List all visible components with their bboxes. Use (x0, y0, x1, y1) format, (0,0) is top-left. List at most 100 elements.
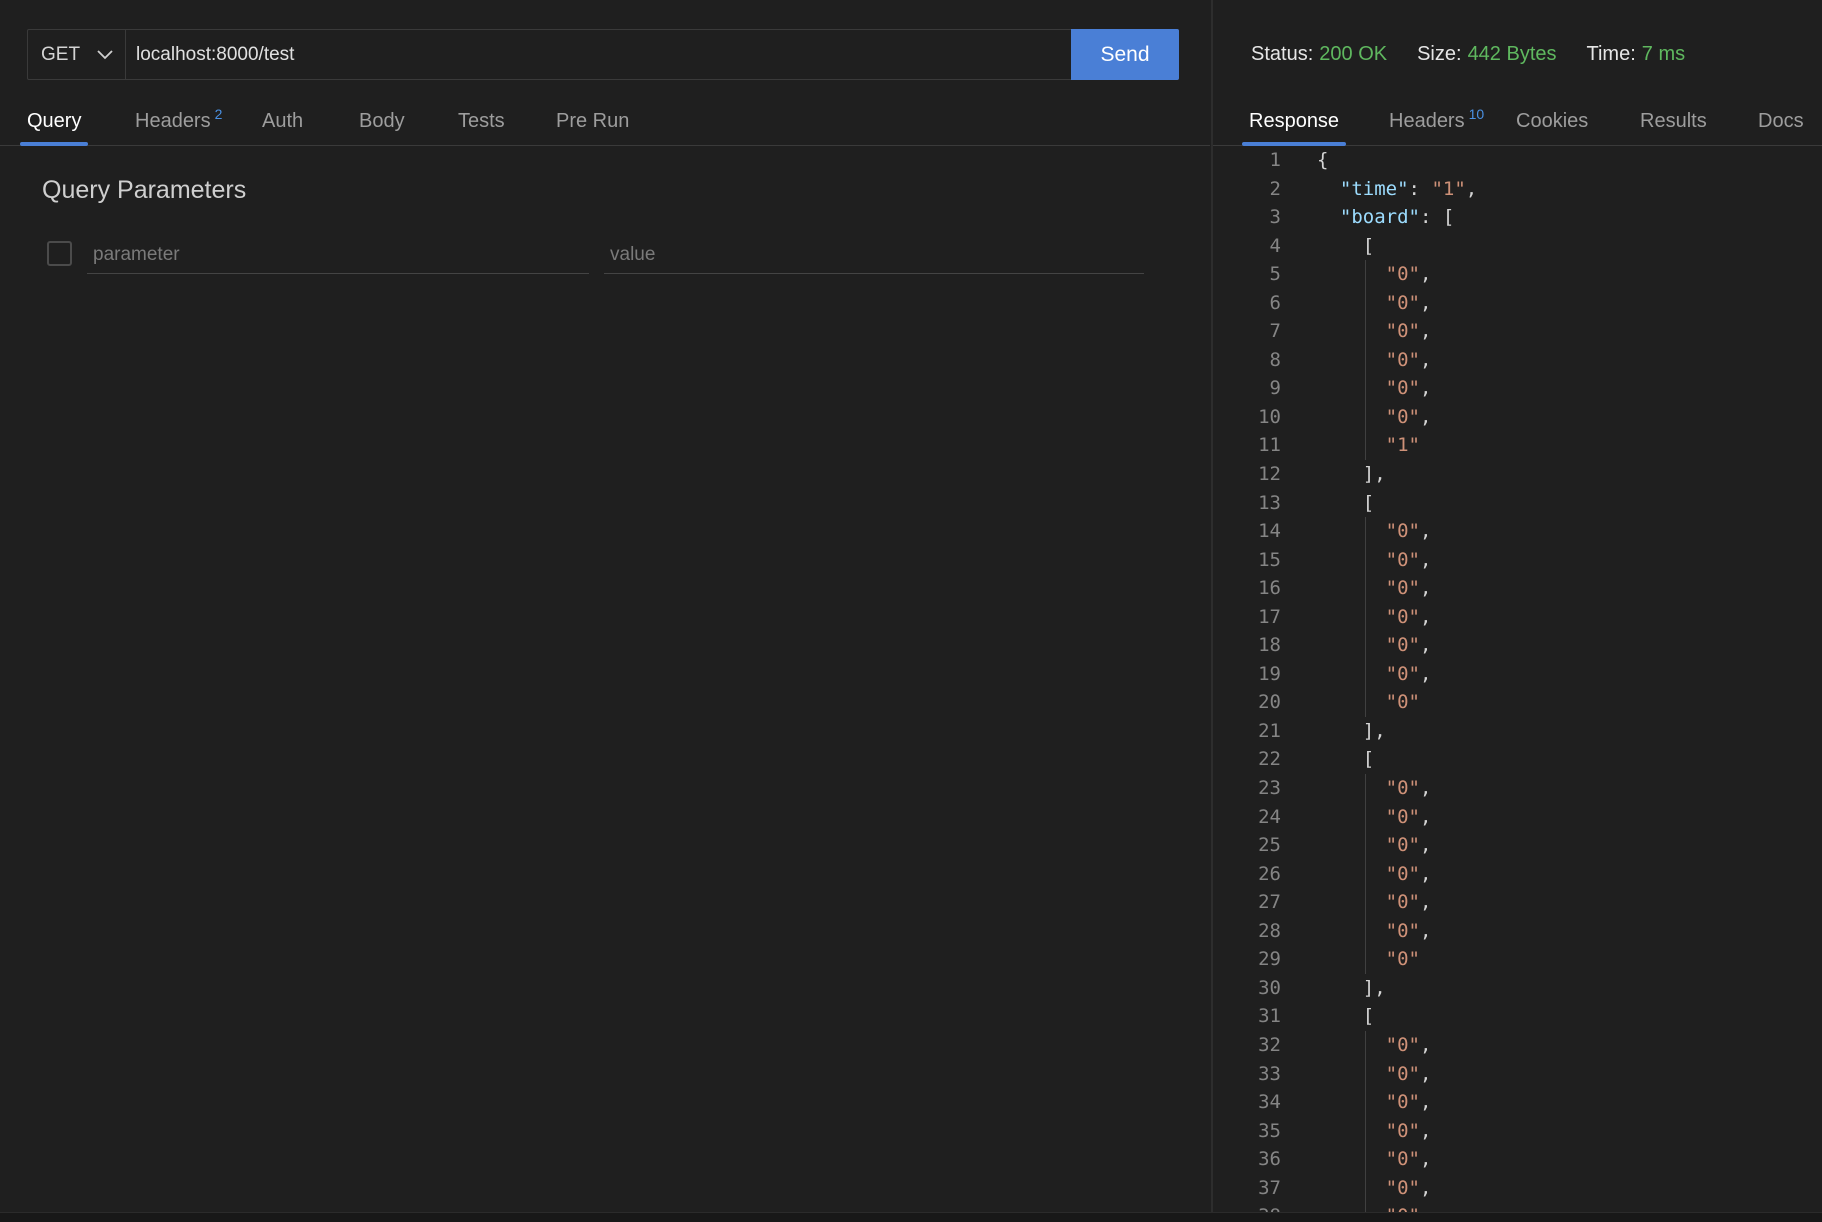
code-line: 8 "0", (1213, 345, 1822, 375)
code-line: 27 "0", (1213, 888, 1822, 917)
code-line: 38 "0" (1213, 1202, 1822, 1212)
indent-guide (1365, 859, 1366, 889)
line-number: 3 (1269, 206, 1281, 229)
code-line: 21 ], (1213, 717, 1822, 746)
indent-guide (1365, 1145, 1366, 1174)
tab-docs[interactable]: Docs (1758, 98, 1804, 145)
code-line: 25 "0", (1213, 831, 1822, 860)
line-text: "0", (1385, 634, 1432, 657)
line-text: "0", (1385, 320, 1432, 343)
status-value: 200 OK (1319, 43, 1388, 65)
line-number: 13 (1258, 491, 1281, 514)
line-number: 10 (1258, 405, 1281, 428)
indent-guide (1365, 402, 1366, 432)
line-number: 33 (1258, 1062, 1281, 1085)
line-text: "0", (1385, 548, 1432, 571)
url-input[interactable] (126, 30, 1071, 79)
line-text: "0", (1385, 1176, 1432, 1199)
code-line: 32 "0", (1213, 1030, 1822, 1060)
tab-response[interactable]: Response (1241, 98, 1347, 146)
line-number: 21 (1258, 719, 1281, 742)
code-line: 9 "0", (1213, 374, 1822, 403)
indent-guide (1365, 774, 1366, 803)
tab-pre-run[interactable]: Pre Run (556, 98, 629, 145)
bottom-scrollbar[interactable] (0, 1212, 1822, 1222)
tab-label: Pre Run (556, 110, 630, 132)
line-text: "time": "1", (1339, 177, 1478, 200)
code-line: 18 "0", (1213, 631, 1822, 660)
line-text: "0", (1385, 1119, 1432, 1142)
line-number: 28 (1258, 919, 1281, 942)
tab-cookies[interactable]: Cookies (1516, 98, 1588, 145)
line-text: "0", (1385, 1091, 1432, 1114)
response-body-viewer[interactable]: 1{2 "time": "1", 3 "board": [4 [5 "0", 6 "… (1213, 146, 1822, 1212)
line-text: "board": [ (1339, 206, 1455, 229)
response-tabs: Response Headers 10 Cookies Results Docs (1213, 98, 1822, 146)
tab-results[interactable]: Results (1640, 98, 1707, 145)
line-number: 36 (1258, 1148, 1281, 1171)
line-text: [ (1317, 491, 1375, 514)
param-name-input[interactable] (87, 236, 589, 274)
tab-body[interactable]: Body (359, 98, 405, 145)
line-text: "0", (1385, 777, 1432, 800)
indent-guide (1365, 517, 1366, 546)
line-number: 14 (1258, 520, 1281, 543)
line-number: 35 (1258, 1119, 1281, 1142)
tab-auth[interactable]: Auth (262, 98, 303, 145)
line-text: [ (1317, 1005, 1375, 1028)
code-line: 15 "0", (1213, 545, 1822, 575)
line-number: 4 (1269, 234, 1281, 257)
indent-guide (1365, 802, 1366, 832)
tab-headers[interactable]: Headers 2 (135, 98, 222, 145)
param-enable-checkbox[interactable] (47, 241, 72, 266)
indent-guide (1365, 317, 1366, 346)
indent-guide (1365, 1173, 1366, 1203)
param-value-input[interactable] (604, 236, 1144, 274)
code-line: 24 "0", (1213, 802, 1822, 832)
code-line: 33 "0", (1213, 1059, 1822, 1089)
line-text: "0", (1385, 891, 1432, 914)
method-label: GET (41, 43, 81, 65)
line-number: 23 (1258, 777, 1281, 800)
request-bar: GET Send (27, 29, 1179, 80)
code-line: 11 "1" (1213, 431, 1822, 461)
code-line: 36 "0", (1213, 1145, 1822, 1174)
tab-tests[interactable]: Tests (458, 98, 505, 145)
tab-query[interactable]: Query (19, 98, 90, 146)
tab-response-headers[interactable]: Headers 10 (1389, 98, 1484, 145)
tab-badge: 2 (214, 105, 223, 122)
line-number: 19 (1258, 662, 1281, 685)
method-select[interactable]: GET (28, 30, 126, 79)
line-number: 20 (1258, 691, 1281, 714)
send-button[interactable]: Send (1071, 29, 1179, 80)
line-text: ], (1317, 719, 1386, 742)
line-number: 27 (1258, 891, 1281, 914)
status-indicator: Status: 200 OK (1251, 43, 1387, 66)
line-text: "0", (1385, 1148, 1432, 1171)
code-line: 19 "0", (1213, 659, 1822, 689)
line-number: 29 (1258, 948, 1281, 971)
indent-guide (1365, 1116, 1366, 1146)
line-number: 26 (1258, 862, 1281, 885)
code-line: 28 "0", (1213, 916, 1822, 946)
line-number: 1 (1269, 149, 1281, 171)
code-line: 30 ], (1213, 974, 1822, 1003)
app-window: GET Send Query Headers2 Auth Body Tes (0, 0, 1822, 1222)
line-number: 34 (1258, 1091, 1281, 1114)
line-number: 25 (1258, 834, 1281, 857)
line-number: 31 (1258, 1005, 1281, 1028)
line-text: "0", (1385, 291, 1432, 314)
code-line: 7 "0", (1213, 317, 1822, 346)
indent-guide (1365, 1059, 1366, 1089)
line-text: "0", (1385, 520, 1432, 543)
size-label: Size: (1417, 43, 1462, 65)
indent-guide (1365, 916, 1366, 946)
indent-guide (1365, 659, 1366, 689)
code-line: 20 "0" (1213, 688, 1822, 717)
line-text: [ (1317, 748, 1375, 771)
code-line: 5 "0", (1213, 260, 1822, 289)
query-param-row (47, 236, 1147, 274)
line-number: 2 (1269, 177, 1281, 200)
line-text: "0" (1385, 948, 1420, 971)
indent-guide (1365, 288, 1366, 318)
